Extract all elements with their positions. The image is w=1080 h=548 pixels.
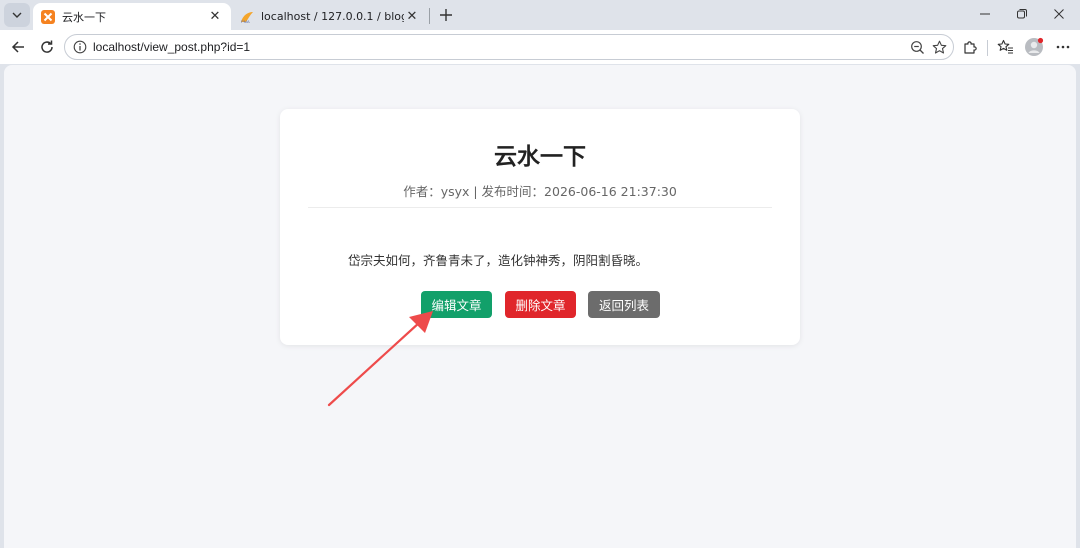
delete-post-button[interactable]: 删除文章 bbox=[505, 291, 576, 318]
extensions-button[interactable] bbox=[958, 35, 982, 59]
tab-inactive[interactable]: PMA localhost / 127.0.0.1 / blog / users… bbox=[232, 3, 428, 30]
reload-button[interactable] bbox=[35, 35, 59, 59]
profile-avatar-icon bbox=[1025, 37, 1044, 56]
xampp-favicon-icon bbox=[41, 9, 55, 24]
avatar[interactable] bbox=[1022, 35, 1046, 59]
tab-close-icon[interactable]: ✕ bbox=[207, 9, 223, 25]
restore-icon bbox=[1017, 9, 1027, 19]
tab-separator bbox=[429, 8, 430, 24]
tab-active[interactable]: 云水一下 ✕ bbox=[33, 3, 231, 30]
chevron-down-icon bbox=[12, 12, 22, 18]
new-tab-button[interactable] bbox=[434, 4, 458, 26]
more-menu-button[interactable] bbox=[1051, 35, 1075, 59]
page-viewport: 云水一下 作者：ysyx | 发布时间：2026-06-16 21:37:30 … bbox=[4, 65, 1076, 548]
ellipsis-icon bbox=[1056, 45, 1070, 49]
divider bbox=[308, 207, 772, 208]
tab-title: 云水一下 bbox=[62, 10, 106, 24]
svg-text:PMA: PMA bbox=[241, 19, 250, 24]
post-meta: 作者：ysyx | 发布时间：2026-06-16 21:37:30 bbox=[403, 184, 677, 199]
plus-icon bbox=[440, 9, 452, 21]
tab-title: localhost / 127.0.0.1 / blog / users bbox=[261, 10, 404, 23]
reload-icon bbox=[41, 40, 53, 53]
arrow-left-icon bbox=[11, 41, 24, 53]
post-card: 云水一下 作者：ysyx | 发布时间：2026-06-16 21:37:30 … bbox=[280, 109, 800, 345]
zoom-icon bbox=[910, 40, 924, 54]
phpmyadmin-favicon-icon: PMA bbox=[241, 11, 253, 24]
edit-post-button[interactable]: 编辑文章 bbox=[421, 291, 492, 318]
favorites-button[interactable] bbox=[993, 35, 1017, 59]
close-icon bbox=[1054, 9, 1064, 19]
tab-close-icon[interactable]: ✕ bbox=[404, 9, 420, 25]
minimize-button[interactable] bbox=[967, 0, 1003, 28]
toolbar-separator bbox=[987, 40, 988, 56]
url-text[interactable]: localhost/view_post.php?id=1 bbox=[93, 40, 906, 54]
minimize-icon bbox=[980, 13, 990, 15]
address-bar[interactable]: localhost/view_post.php?id=1 bbox=[64, 34, 954, 60]
post-content: 岱宗夫如何，齐鲁青未了，造化钟神秀，阴阳割昏晓。 bbox=[348, 253, 649, 268]
favorites-icon bbox=[997, 39, 1013, 54]
browser-toolbar: localhost/view_post.php?id=1 bbox=[0, 30, 1080, 64]
restore-button[interactable] bbox=[1004, 0, 1040, 28]
zoom-button[interactable] bbox=[906, 36, 928, 58]
tab-strip: 云水一下 ✕ PMA localhost / 127.0.0.1 / blog … bbox=[0, 0, 1080, 30]
puzzle-icon bbox=[964, 41, 977, 54]
favorite-button[interactable] bbox=[928, 36, 950, 58]
post-title: 云水一下 bbox=[494, 144, 586, 170]
info-icon[interactable] bbox=[73, 40, 87, 54]
tab-list-button[interactable] bbox=[4, 3, 30, 27]
close-window-button[interactable] bbox=[1041, 0, 1077, 28]
back-button[interactable] bbox=[6, 35, 30, 59]
back-to-list-button[interactable]: 返回列表 bbox=[588, 291, 660, 318]
star-icon bbox=[932, 40, 946, 54]
